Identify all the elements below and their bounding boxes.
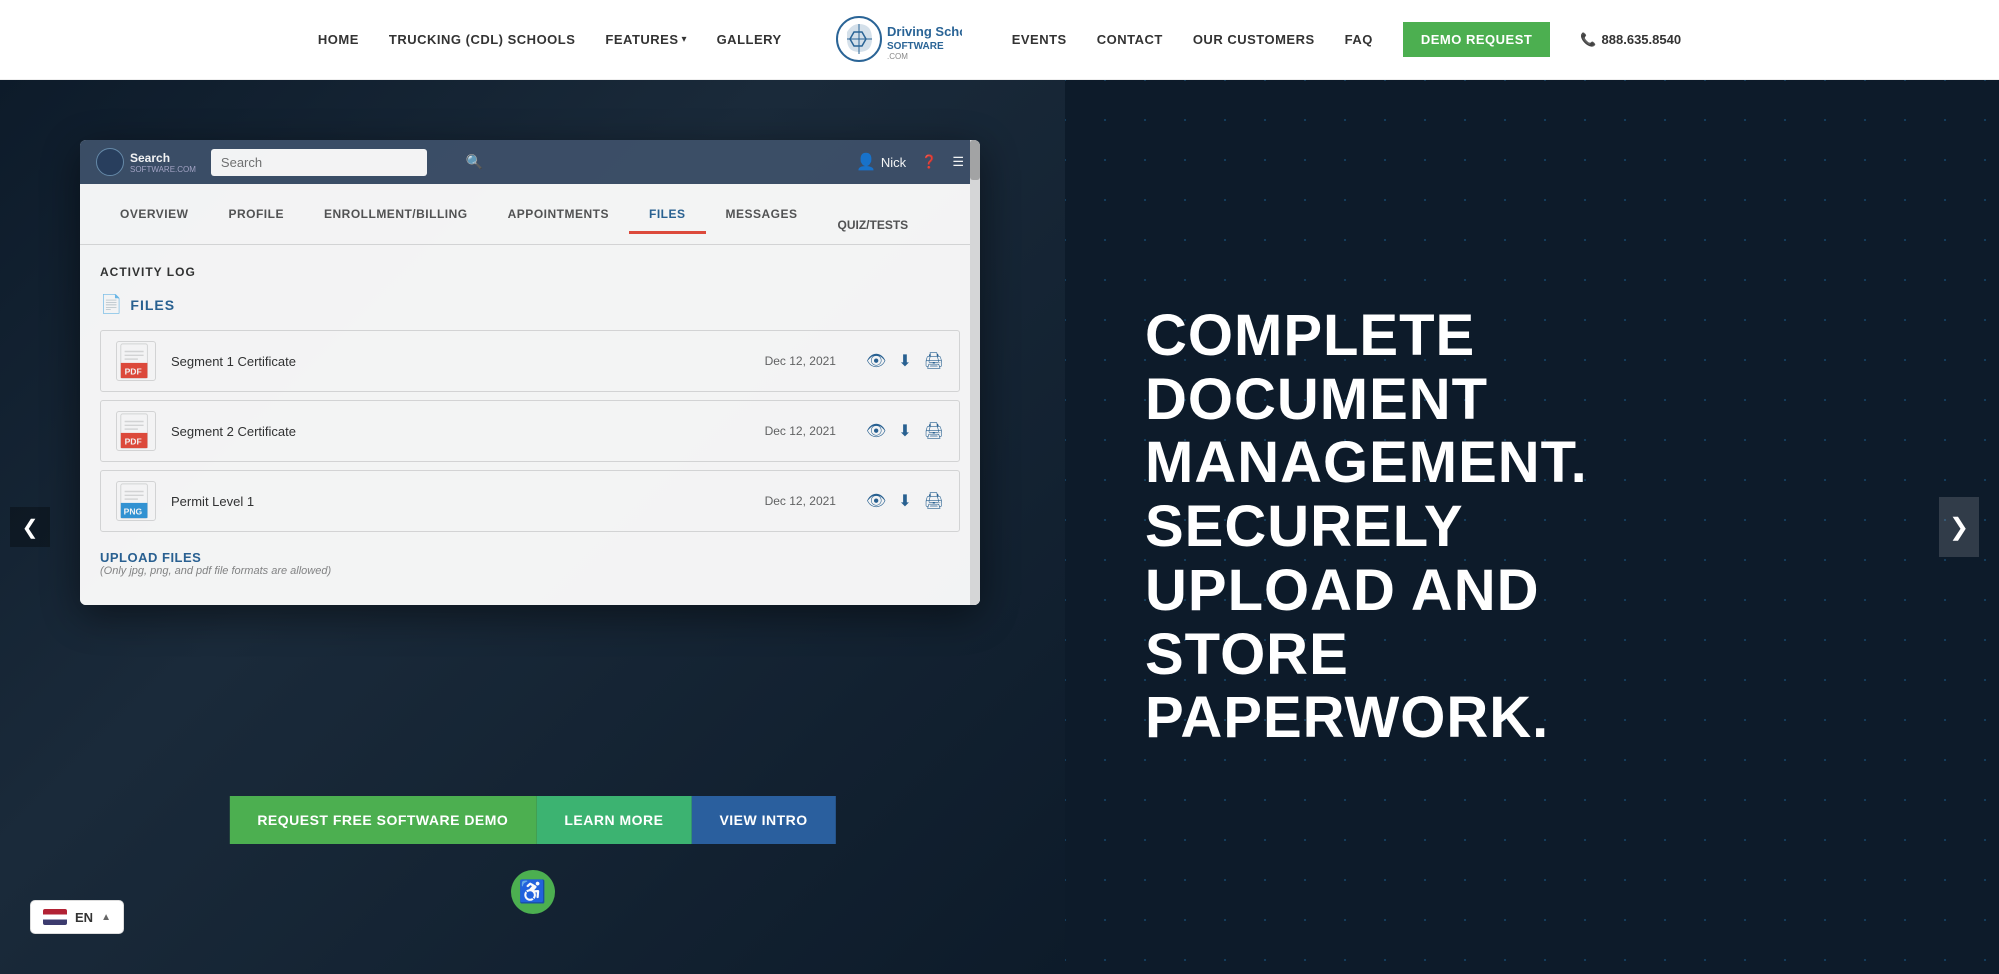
right-panel: COMPLETE DOCUMENT MANAGEMENT. SECURELY U… [1065, 80, 1999, 974]
scrollbar-thumb [970, 140, 980, 180]
learn-more-button[interactable]: LEARN MORE [536, 796, 691, 844]
svg-text:SOFTWARE: SOFTWARE [887, 41, 944, 52]
software-tabbar: OVERVIEW PROFILE ENROLLMENT/BILLING APPO… [80, 184, 980, 245]
file-name-permit: Permit Level 1 [171, 494, 765, 509]
logo-svg: Driving School SOFTWARE .COM [832, 12, 962, 67]
request-demo-button[interactable]: REQUEST FREE SOFTWARE DEMO [229, 796, 536, 844]
main-content: ❮ Search SOFTWARE.COM 🔍 [0, 80, 1999, 974]
search-icon: 🔍 [465, 154, 482, 171]
png-icon-permit: PNG [116, 481, 156, 521]
search-wrap: 🔍 [211, 149, 491, 176]
activity-log-label: ACTIVITY LOG [100, 265, 960, 279]
help-icon[interactable]: ❓ [921, 154, 937, 170]
language-code: EN [75, 910, 93, 925]
username-label: Nick [881, 155, 906, 170]
files-section-title: FILES [130, 297, 175, 313]
nav-link-features[interactable]: FEATURES ▾ [605, 32, 686, 47]
file-name-seg2: Segment 2 Certificate [171, 424, 765, 439]
file-date-permit: Dec 12, 2021 [765, 494, 836, 508]
phone-number: 📞 888.635.8540 [1580, 32, 1681, 48]
nav-link-our-customers[interactable]: OUR CUSTOMERS [1193, 32, 1315, 47]
upload-subtitle: (Only jpg, png, and pdf file formats are… [100, 565, 960, 577]
hero-headline: COMPLETE DOCUMENT MANAGEMENT. SECURELY U… [1145, 304, 1588, 751]
tab-overview[interactable]: OVERVIEW [100, 195, 208, 233]
left-panel: ❮ Search SOFTWARE.COM 🔍 [0, 80, 1065, 974]
file-actions-permit: 👁 ⬇ 🖨 [866, 491, 944, 511]
file-date-seg2: Dec 12, 2021 [765, 424, 836, 438]
nav-link-trucking[interactable]: TRUCKING (CDL) SCHOOLS [389, 32, 576, 47]
tab-files[interactable]: FILES [629, 195, 706, 233]
file-row: PDF Segment 2 Certificate Dec 12, 2021 👁… [100, 400, 960, 462]
flag-icon [43, 909, 67, 925]
nav-link-faq[interactable]: FAQ [1345, 32, 1373, 47]
svg-text:PDF: PDF [125, 366, 142, 376]
software-topbar-right: 👤 Nick ❓ ☰ [856, 152, 964, 172]
view-icon-seg1[interactable]: 👁 [866, 351, 886, 371]
features-dropdown-icon: ▾ [682, 34, 687, 45]
software-logo-icon [96, 148, 124, 176]
tab-enrollment-billing[interactable]: ENROLLMENT/BILLING [304, 195, 488, 233]
carousel-prev-button[interactable]: ❮ [10, 507, 50, 547]
accessibility-icon: ♿ [519, 879, 546, 905]
scrollbar[interactable] [970, 140, 980, 605]
demo-request-button[interactable]: DEMO REQUEST [1403, 22, 1550, 57]
tab-quiz-tests[interactable]: QUIZ/TESTS [818, 206, 929, 244]
view-icon-permit[interactable]: 👁 [866, 491, 886, 511]
file-name-seg1: Segment 1 Certificate [171, 354, 765, 369]
svg-text:Driving School: Driving School [887, 24, 962, 39]
svg-text:PNG: PNG [124, 506, 143, 516]
tab-profile[interactable]: PROFILE [208, 195, 304, 233]
file-row: PDF Segment 1 Certificate Dec 12, 2021 👁… [100, 330, 960, 392]
files-section-icon: 📄 [100, 294, 122, 315]
navbar: HOME TRUCKING (CDL) SCHOOLS FEATURES ▾ G… [0, 0, 1999, 80]
search-input[interactable] [211, 149, 427, 176]
svg-text:.COM: .COM [887, 52, 908, 61]
nav-link-home[interactable]: HOME [318, 32, 359, 47]
tab-messages[interactable]: MESSAGES [706, 195, 818, 233]
nav-link-contact[interactable]: CONTACT [1097, 32, 1163, 47]
software-mockup: Search SOFTWARE.COM 🔍 👤 Nick ❓ ☰ [80, 140, 980, 605]
upload-section: UPLOAD FILES (Only jpg, png, and pdf fil… [100, 542, 960, 585]
download-icon-seg1[interactable]: ⬇ [898, 351, 911, 371]
download-icon-seg2[interactable]: ⬇ [898, 421, 911, 441]
view-intro-button[interactable]: VIEW INTRO [691, 796, 835, 844]
language-dropdown-icon: ▲ [101, 912, 111, 923]
svg-text:PDF: PDF [125, 436, 142, 446]
language-selector[interactable]: EN ▲ [30, 900, 124, 934]
software-logo: Search SOFTWARE.COM [96, 148, 196, 176]
download-icon-permit[interactable]: ⬇ [898, 491, 911, 511]
software-topbar: Search SOFTWARE.COM 🔍 👤 Nick ❓ ☰ [80, 140, 980, 184]
pdf-icon-seg2: PDF [116, 411, 156, 451]
file-date-seg1: Dec 12, 2021 [765, 354, 836, 368]
user-icon: 👤 [856, 152, 876, 172]
upload-title: UPLOAD FILES [100, 550, 960, 565]
software-logo-sub: SOFTWARE.COM [130, 165, 196, 174]
software-content: ACTIVITY LOG 📄 FILES PDF [80, 245, 980, 605]
print-icon-seg2[interactable]: 🖨 [924, 421, 944, 441]
files-section-header: 📄 FILES [100, 294, 960, 315]
print-icon-permit[interactable]: 🖨 [924, 491, 944, 511]
hero-text-block: COMPLETE DOCUMENT MANAGEMENT. SECURELY U… [1145, 304, 1588, 751]
carousel-next-button[interactable]: ❯ [1939, 497, 1979, 557]
phone-icon: 📞 [1580, 32, 1596, 48]
print-icon-seg1[interactable]: 🖨 [924, 351, 944, 371]
file-actions-seg2: 👁 ⬇ 🖨 [866, 421, 944, 441]
software-logo-text: Search [130, 151, 196, 165]
file-row: PNG Permit Level 1 Dec 12, 2021 👁 ⬇ 🖨 [100, 470, 960, 532]
site-logo[interactable]: Driving School SOFTWARE .COM [832, 12, 962, 67]
menu-icon[interactable]: ☰ [952, 154, 964, 170]
cta-buttons: REQUEST FREE SOFTWARE DEMO LEARN MORE VI… [229, 796, 835, 844]
nav-link-events[interactable]: EVENTS [1012, 32, 1067, 47]
nav-link-gallery[interactable]: GALLERY [717, 32, 782, 47]
file-actions-seg1: 👁 ⬇ 🖨 [866, 351, 944, 371]
user-display: 👤 Nick [856, 152, 906, 172]
view-icon-seg2[interactable]: 👁 [866, 421, 886, 441]
pdf-icon-seg1: PDF [116, 341, 156, 381]
accessibility-button[interactable]: ♿ [511, 870, 555, 914]
tab-appointments[interactable]: APPOINTMENTS [488, 195, 629, 233]
